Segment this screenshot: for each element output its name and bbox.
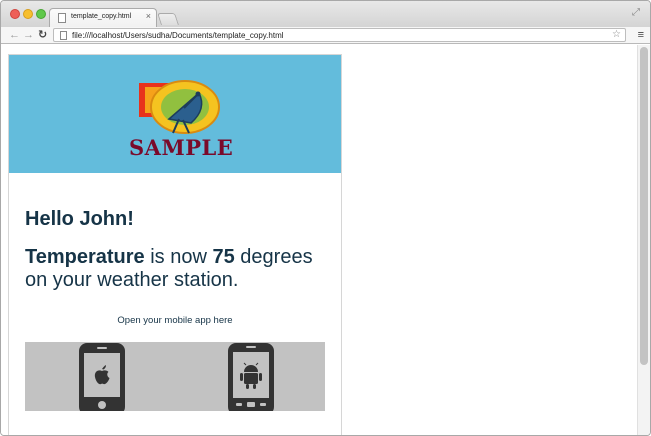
vertical-scrollbar[interactable] — [637, 45, 650, 435]
temperature-label: Temperature — [25, 246, 145, 268]
close-window-button[interactable] — [10, 9, 20, 19]
temperature-message: Temperature is now 75 degrees on your we… — [25, 246, 325, 292]
logo-wordmark: SAMPLE — [129, 135, 234, 160]
reload-icon[interactable]: ↻ — [38, 28, 47, 42]
page-icon — [60, 31, 67, 40]
star-icon[interactable]: ☆ — [612, 29, 621, 41]
scroll-thumb[interactable] — [640, 47, 648, 365]
header-band: SAMPLE — [9, 55, 341, 173]
minimize-window-button[interactable] — [23, 9, 33, 19]
tab-template-copy[interactable]: template_copy.html × — [49, 8, 157, 27]
new-tab-button[interactable] — [157, 13, 179, 25]
temperature-value: 75 — [212, 246, 235, 268]
url-text[interactable]: file:///localhost/Users/sudha/Documents/… — [72, 30, 284, 41]
menu-icon[interactable]: ≡ — [638, 29, 644, 41]
browser-window: template_copy.html × ⤢ ← → ↻ file:///loc… — [0, 0, 651, 436]
browser-toolbar: ← → ↻ file:///localhost/Users/sudha/Docu… — [1, 27, 650, 44]
sample-logo: SAMPLE — [129, 79, 233, 163]
greeting-heading: Hello John! — [25, 208, 134, 230]
zoom-window-button[interactable] — [36, 9, 46, 19]
address-bar[interactable]: file:///localhost/Users/sudha/Documents/… — [53, 28, 626, 42]
apple-phone-icon[interactable] — [77, 342, 127, 411]
satellite-dish-icon — [139, 80, 220, 134]
temperature-mid-text: is now — [144, 246, 213, 268]
close-tab-icon[interactable]: × — [146, 11, 151, 21]
page-icon — [58, 13, 66, 23]
android-phone-icon[interactable] — [226, 342, 276, 411]
email-template: SAMPLE Hello John! Temperature is now 75… — [8, 54, 342, 435]
page-viewport: SAMPLE Hello John! Temperature is now 75… — [1, 45, 637, 435]
forward-icon[interactable]: → — [23, 28, 34, 42]
open-app-link[interactable]: Open your mobile app here — [25, 315, 325, 326]
tab-strip: template_copy.html × ⤢ — [1, 1, 650, 27]
tab-title: template_copy.html — [71, 13, 132, 20]
back-icon[interactable]: ← — [9, 28, 20, 42]
app-download-band — [25, 342, 325, 411]
fullscreen-icon[interactable]: ⤢ — [632, 7, 640, 18]
